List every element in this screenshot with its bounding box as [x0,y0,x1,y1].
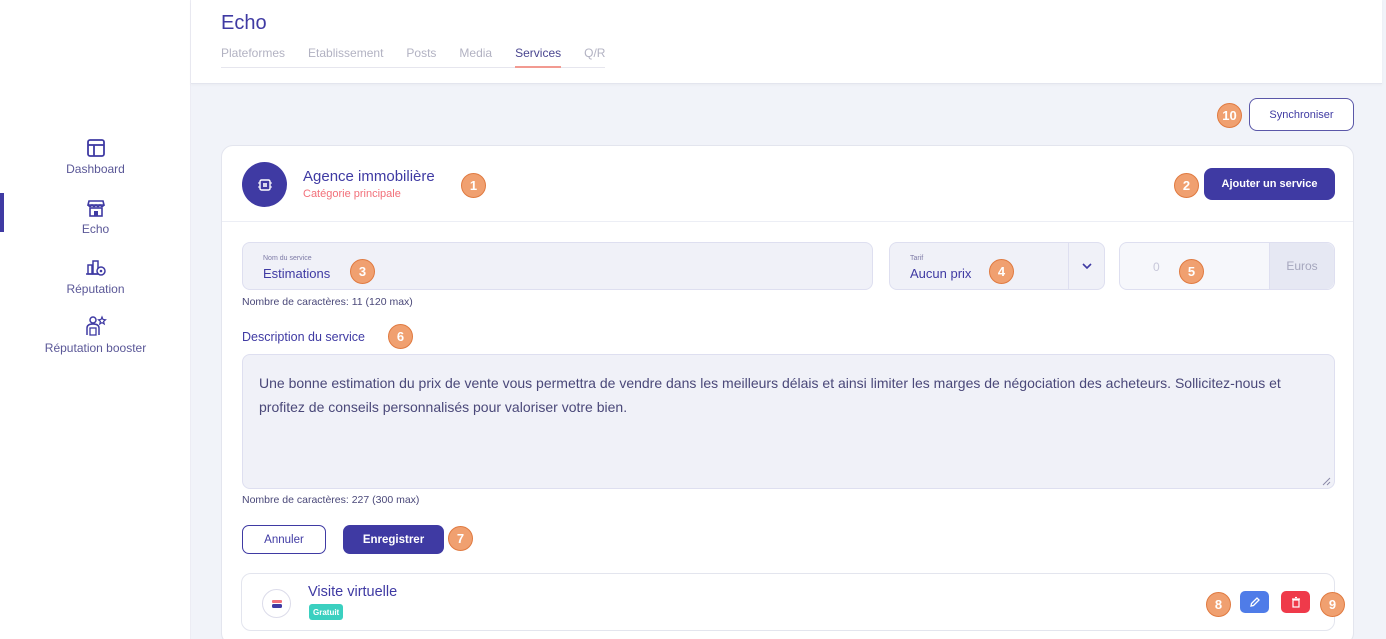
sync-button[interactable]: Synchroniser [1249,98,1354,131]
reputation-icon [85,260,106,276]
annotation-badge-2: 2 [1174,173,1199,198]
page-title: Echo [221,12,267,34]
cancel-button[interactable]: Annuler [242,525,326,554]
tarif-label: Tarif [910,255,924,262]
tarif-value: Aucun prix [910,266,972,281]
sidebar-item-reputation[interactable]: Réputation [0,256,191,296]
service-name-input[interactable]: Estimations [263,266,330,281]
edit-service-button[interactable] [1240,591,1269,613]
sidebar-item-label: Echo [81,222,110,236]
pencil-icon [1249,597,1260,607]
annotation-badge-8: 8 [1206,592,1231,617]
service-list-item: Visite virtuelle Gratuit 8 9 [241,573,1345,631]
sidebar-item-echo[interactable]: Echo [0,198,191,236]
tab-qr[interactable]: Q/R [584,46,605,67]
sidebar-item-label: Réputation booster [44,341,147,355]
category-card: Agence immobilière Catégorie principale … [221,145,1354,639]
tab-services[interactable]: Services [515,46,562,68]
sidebar-item-label: Dashboard [66,162,125,176]
description-char-count: Nombre de caractères: 227 (300 max) [242,494,420,506]
category-subtitle: Catégorie principale [303,188,401,200]
annotation-badge-10: 10 [1217,103,1242,128]
chip-icon [257,178,272,191]
price-input[interactable]: 0 [1153,260,1160,274]
category-icon [242,162,287,207]
tab-posts[interactable]: Posts [406,46,436,67]
annotation-badge-6: 6 [388,324,413,349]
sidebar-item-label: Réputation [66,282,125,296]
store-icon [86,200,105,217]
annotation-badge-5: 5 [1179,259,1204,284]
description-label: Description du service [242,330,365,344]
annotation-badge-4: 4 [989,259,1014,284]
dashboard-icon [86,139,105,157]
chevron-down-icon[interactable] [1068,243,1104,289]
sidebar-item-reputation-booster[interactable]: Réputation booster [0,315,191,355]
category-title: Agence immobilière [303,168,435,185]
category-header: Agence immobilière Catégorie principale … [222,146,1353,222]
price-field[interactable]: 0 Euros [1119,242,1335,290]
sidebar: Dashboard Echo Réputation Réputation boo… [0,0,191,639]
tab-plateformes[interactable]: Plateformes [221,46,285,67]
save-button[interactable]: Enregistrer [343,525,444,554]
vr-headset-icon [271,599,282,608]
service-name-label: Nom du service [263,255,312,262]
annotation-badge-9: 9 [1320,592,1345,617]
trash-icon [1291,596,1300,608]
page-header: Echo Plateformes Etablissement Posts Med… [191,0,1382,84]
description-textarea[interactable]: Une bonne estimation du prix de vente vo… [242,354,1335,489]
reputation-booster-icon [85,315,107,336]
service-name-field[interactable]: Nom du service Estimations [242,242,873,290]
service-name-char-count: Nombre de caractères: 11 (120 max) [242,296,413,308]
price-tag-badge: Gratuit [309,604,344,620]
tab-bar: Plateformes Etablissement Posts Media Se… [221,46,606,68]
price-unit: Euros [1269,243,1334,289]
tab-etablissement[interactable]: Etablissement [308,46,383,67]
add-service-button[interactable]: Ajouter un service [1204,168,1335,200]
resize-grip-icon[interactable] [1321,476,1331,486]
delete-service-button[interactable] [1281,591,1310,613]
service-name: Visite virtuelle [308,584,398,600]
tab-media[interactable]: Media [459,46,492,67]
annotation-badge-1: 1 [461,173,486,198]
sidebar-item-dashboard[interactable]: Dashboard [0,138,191,176]
annotation-badge-3: 3 [350,259,375,284]
service-icon [262,589,291,618]
annotation-badge-7: 7 [448,526,473,551]
